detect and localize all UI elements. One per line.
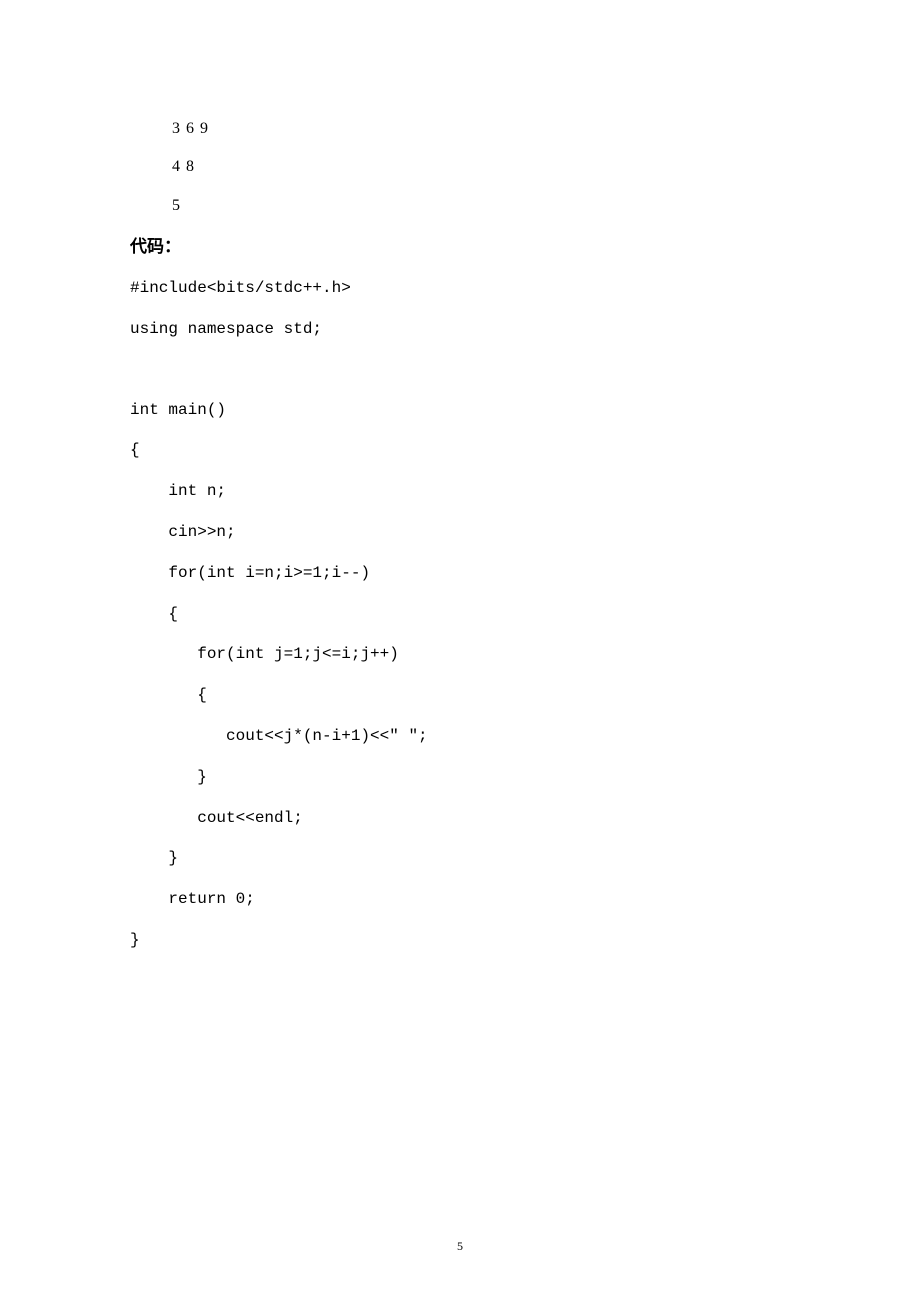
code-line: cin>>n; — [130, 512, 800, 553]
sample-output-line: 4 8 — [130, 148, 800, 186]
code-line: int main() — [130, 390, 800, 431]
code-line: for(int j=1;j<=i;j++) — [130, 634, 800, 675]
code-line: cout<<j*(n-i+1)<<" "; — [130, 716, 800, 757]
blank-line — [130, 350, 800, 390]
code-line: for(int i=n;i>=1;i--) — [130, 553, 800, 594]
document-page: 3 6 9 4 8 5 代码： #include<bits/stdc++.h> … — [0, 0, 920, 1302]
page-number: 5 — [0, 1239, 920, 1254]
code-line: cout<<endl; — [130, 798, 800, 839]
sample-output-line: 3 6 9 — [130, 110, 800, 148]
code-line: { — [130, 675, 800, 716]
code-line: #include<bits/stdc++.h> — [130, 268, 800, 309]
sample-output-line: 5 — [130, 187, 800, 225]
code-line: } — [130, 920, 800, 961]
code-line: { — [130, 594, 800, 635]
code-line: } — [130, 757, 800, 798]
code-line: return 0; — [130, 879, 800, 920]
code-line: { — [130, 430, 800, 471]
code-section-heading: 代码： — [130, 227, 800, 268]
code-line: using namespace std; — [130, 309, 800, 350]
code-line: int n; — [130, 471, 800, 512]
code-line: } — [130, 838, 800, 879]
